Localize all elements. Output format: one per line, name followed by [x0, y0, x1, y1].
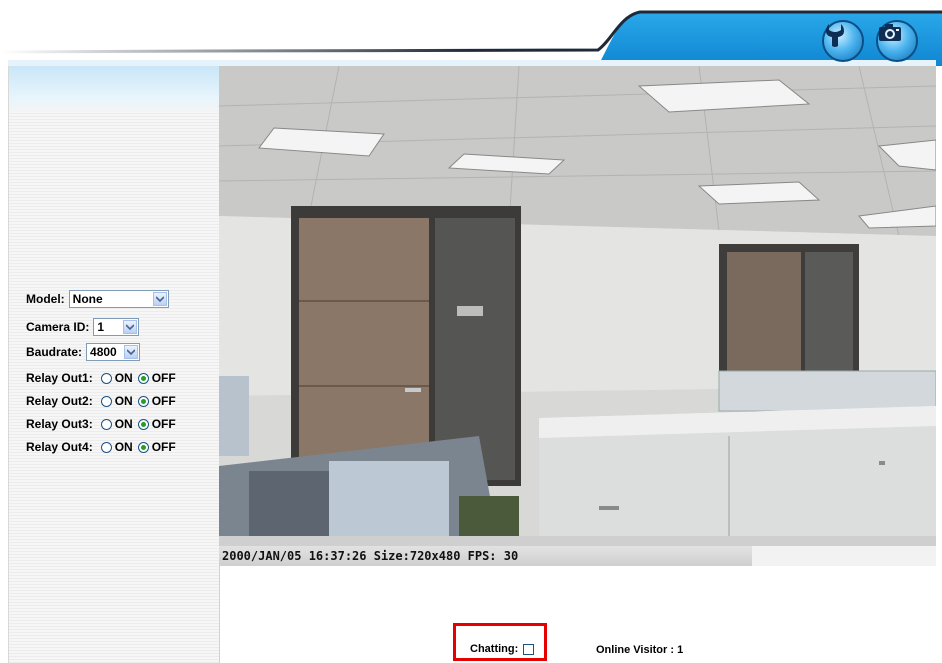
radio-button[interactable] [100, 441, 112, 453]
relay2-off-option[interactable]: OFF [137, 394, 176, 408]
radio-button-selected[interactable] [137, 372, 149, 384]
chevron-down-icon [124, 345, 139, 359]
relay-label: Relay Out2: [26, 394, 93, 408]
live-video-view[interactable] [219, 66, 936, 566]
relay-out2-row: Relay Out2: ON OFF [26, 394, 181, 408]
control-sidebar [8, 66, 220, 663]
relay4-off-option[interactable]: OFF [137, 440, 176, 454]
relay4-on-option[interactable]: ON [100, 440, 133, 454]
chevron-down-icon [152, 292, 167, 306]
radio-button[interactable] [100, 418, 112, 430]
camera-scene [219, 66, 936, 566]
camera-id-label: Camera ID: [26, 320, 90, 334]
model-label: Model: [26, 292, 65, 306]
radio-button[interactable] [100, 372, 112, 384]
camera-id-row: Camera ID: 1 [26, 318, 140, 336]
radio-button[interactable] [100, 395, 112, 407]
relay-label: Relay Out4: [26, 440, 93, 454]
chatting-checkbox[interactable] [523, 643, 535, 655]
baudrate-select[interactable]: 4800 [86, 343, 141, 361]
camera-icon [879, 24, 901, 41]
chatting-label: Chatting: [470, 643, 519, 655]
relay-out1-row: Relay Out1: ON OFF [26, 371, 181, 385]
relay1-off-option[interactable]: OFF [137, 371, 176, 385]
camera-id-select[interactable]: 1 [93, 318, 140, 336]
relay-label: Relay Out3: [26, 417, 93, 431]
wrench-icon [826, 24, 844, 47]
relay3-off-option[interactable]: OFF [137, 417, 176, 431]
setup-button[interactable] [822, 20, 864, 62]
model-row: Model: None [26, 290, 169, 308]
relay-out4-row: Relay Out4: ON OFF [26, 440, 181, 454]
chatting-control: Chatting: [470, 643, 535, 655]
radio-button-selected[interactable] [137, 418, 149, 430]
relay2-on-option[interactable]: ON [100, 394, 133, 408]
radio-button-selected[interactable] [137, 395, 149, 407]
video-osd-text: 2000/JAN/05 16:37:26 Size:720x480 FPS: 3… [219, 546, 752, 566]
chevron-down-icon [123, 320, 138, 334]
relay-label: Relay Out1: [26, 371, 93, 385]
baudrate-row: Baudrate: 4800 [26, 343, 141, 361]
baudrate-label: Baudrate: [26, 345, 83, 359]
top-bar [0, 0, 942, 66]
radio-button-selected[interactable] [137, 441, 149, 453]
relay3-on-option[interactable]: ON [100, 417, 133, 431]
relay-out3-row: Relay Out3: ON OFF [26, 417, 181, 431]
relay1-on-option[interactable]: ON [100, 371, 133, 385]
chatting-highlight-box [453, 623, 547, 661]
snapshot-button[interactable] [876, 20, 918, 62]
online-visitor-count: Online Visitor : 1 [596, 644, 684, 656]
model-select[interactable]: None [68, 290, 169, 308]
